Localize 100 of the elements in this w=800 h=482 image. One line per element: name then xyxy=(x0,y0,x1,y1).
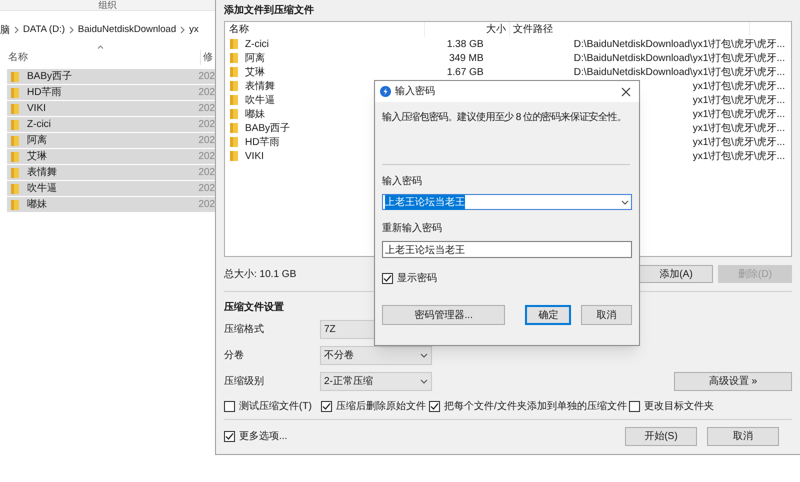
chevron-icon xyxy=(68,26,74,34)
column-header[interactable]: 修 xyxy=(200,50,213,64)
file-date: 202 xyxy=(198,166,215,180)
checkbox-label: 更多选项... xyxy=(239,430,288,444)
check-icon xyxy=(322,402,331,410)
dialog-button[interactable]: 取消 xyxy=(707,426,779,446)
file-path: yx1\打包\虎牙\虎牙... xyxy=(692,94,785,108)
folder-icon xyxy=(10,166,20,178)
checkbox[interactable] xyxy=(629,400,640,412)
file-name: 艾琳 xyxy=(245,66,265,80)
column-header[interactable]: 名称 xyxy=(0,50,200,64)
checkbox-label: 压缩后删除原始文件 xyxy=(336,400,426,414)
folder-icon xyxy=(10,118,20,130)
caret-icon xyxy=(420,378,428,384)
file-name: 嘟妹 xyxy=(245,108,265,122)
checkbox[interactable] xyxy=(321,400,332,412)
folder-icon xyxy=(10,134,20,146)
dropdown[interactable]: 2-正常压缩 xyxy=(320,372,432,390)
file-name: HD芊雨 xyxy=(245,136,280,150)
file-date: 202 xyxy=(198,150,215,164)
file-date: 202 xyxy=(198,198,215,212)
file-row[interactable]: VIKI 202 xyxy=(7,101,215,117)
file-size: 1.38 GB xyxy=(446,38,484,52)
file-name: 吹牛逼 xyxy=(27,182,57,196)
file-date: 202 xyxy=(198,70,215,84)
file-date: 202 xyxy=(198,102,215,116)
checkbox[interactable] xyxy=(224,400,235,412)
advanced-button[interactable]: 高级设置 » xyxy=(674,372,792,390)
file-date: 202 xyxy=(198,134,215,148)
field-label: 重新输入密码 xyxy=(382,223,442,234)
file-name: 吹牛逼 xyxy=(245,94,275,108)
file-row[interactable]: 阿离 202 xyxy=(7,133,215,149)
file-name: 表情舞 xyxy=(27,166,57,180)
folder-icon xyxy=(10,198,20,210)
folder-icon xyxy=(10,86,20,98)
file-row[interactable]: 嘟妹 202 xyxy=(7,197,215,213)
password-field[interactable]: 上老王论坛当老王 xyxy=(382,241,632,258)
field-label: 压缩格式 xyxy=(224,322,265,336)
folder-icon xyxy=(229,122,239,134)
file-name: 阿离 xyxy=(27,134,47,148)
file-name: VIKI xyxy=(27,102,46,116)
file-row[interactable]: Z-cici 202 xyxy=(7,117,215,133)
dialog-hint: 输入压缩包密码。建议使用至少 8 位的密码来保证安全性。 xyxy=(382,112,626,123)
file-path: yx1\打包\虎牙\虎牙... xyxy=(692,80,785,94)
file-row[interactable]: 吹牛逼 202 xyxy=(7,181,215,197)
file-date: 202 xyxy=(198,118,215,132)
breadcrumb-item[interactable]: 脑 xyxy=(0,22,10,38)
folder-icon xyxy=(229,38,239,50)
folder-icon xyxy=(10,150,20,162)
file-name: 艾琳 xyxy=(27,150,47,164)
checkbox[interactable] xyxy=(224,430,235,442)
file-name: BABy西子 xyxy=(245,122,290,136)
folder-icon xyxy=(229,80,239,92)
checkbox-label: 显示密码 xyxy=(397,272,437,286)
dialog-button[interactable]: 密码管理器... xyxy=(382,305,506,325)
checkbox[interactable] xyxy=(429,400,440,412)
close-icon xyxy=(621,86,631,96)
file-name: 表情舞 xyxy=(245,80,275,94)
checkbox-label: 测试压缩文件(T) xyxy=(239,400,312,414)
check-icon xyxy=(225,432,234,440)
column-header[interactable]: 文件路径 xyxy=(510,22,750,37)
dialog-button[interactable]: 确定 xyxy=(525,305,572,325)
folder-icon xyxy=(10,102,20,114)
password-dropdown[interactable]: 上老王论坛当老王 xyxy=(382,194,632,210)
folder-icon xyxy=(229,94,239,106)
column-header[interactable]: 名称 xyxy=(225,22,425,37)
app-icon xyxy=(380,86,391,97)
breadcrumb-item[interactable]: BaiduNetdiskDownload xyxy=(78,22,176,38)
field-label: 分卷 xyxy=(224,348,245,362)
file-row[interactable]: BABy西子 202 xyxy=(7,69,215,85)
file-date: 202 xyxy=(198,182,215,196)
file-name: Z-cici xyxy=(245,38,269,52)
file-path: yx1\打包\虎牙\虎牙... xyxy=(692,150,785,164)
file-row[interactable]: 艾琳 202 xyxy=(7,149,215,165)
breadcrumb-item[interactable]: yx xyxy=(189,22,199,38)
check-icon xyxy=(430,402,439,410)
file-name: 阿离 xyxy=(245,52,265,66)
file-row[interactable]: HD芊雨 202 xyxy=(7,85,215,101)
file-row[interactable]: 表情舞 202 xyxy=(7,165,215,181)
sort-icon xyxy=(97,45,104,49)
folder-icon xyxy=(10,70,20,82)
ribbon-label[interactable]: 组织 xyxy=(98,0,116,10)
list-button[interactable]: 添加(A) xyxy=(639,265,713,283)
dialog-button[interactable]: 开始(S) xyxy=(625,426,697,446)
folder-icon xyxy=(229,52,239,64)
file-name: 嘟妹 xyxy=(27,198,47,212)
file-path: yx1\打包\虎牙\虎牙... xyxy=(692,122,785,136)
dialog-button[interactable]: 取消 xyxy=(581,305,632,325)
chevron-icon xyxy=(14,26,19,34)
file-path: yx1\打包\虎牙\虎牙... xyxy=(692,136,785,150)
check-icon xyxy=(383,274,392,282)
file-name: HD芊雨 xyxy=(27,86,62,100)
dropdown[interactable]: 不分卷 xyxy=(320,346,432,364)
checkbox[interactable] xyxy=(382,272,393,284)
folder-icon xyxy=(229,150,239,162)
file-path: D:\BaiduNetdiskDownload\yx1\打包\虎牙\虎牙... xyxy=(574,66,785,80)
field-label: 压缩级别 xyxy=(224,374,265,388)
breadcrumb-item[interactable]: DATA (D:) xyxy=(23,22,65,38)
file-path: yx1\打包\虎牙\虎牙... xyxy=(692,108,785,122)
column-header[interactable]: 大小 xyxy=(425,22,510,37)
